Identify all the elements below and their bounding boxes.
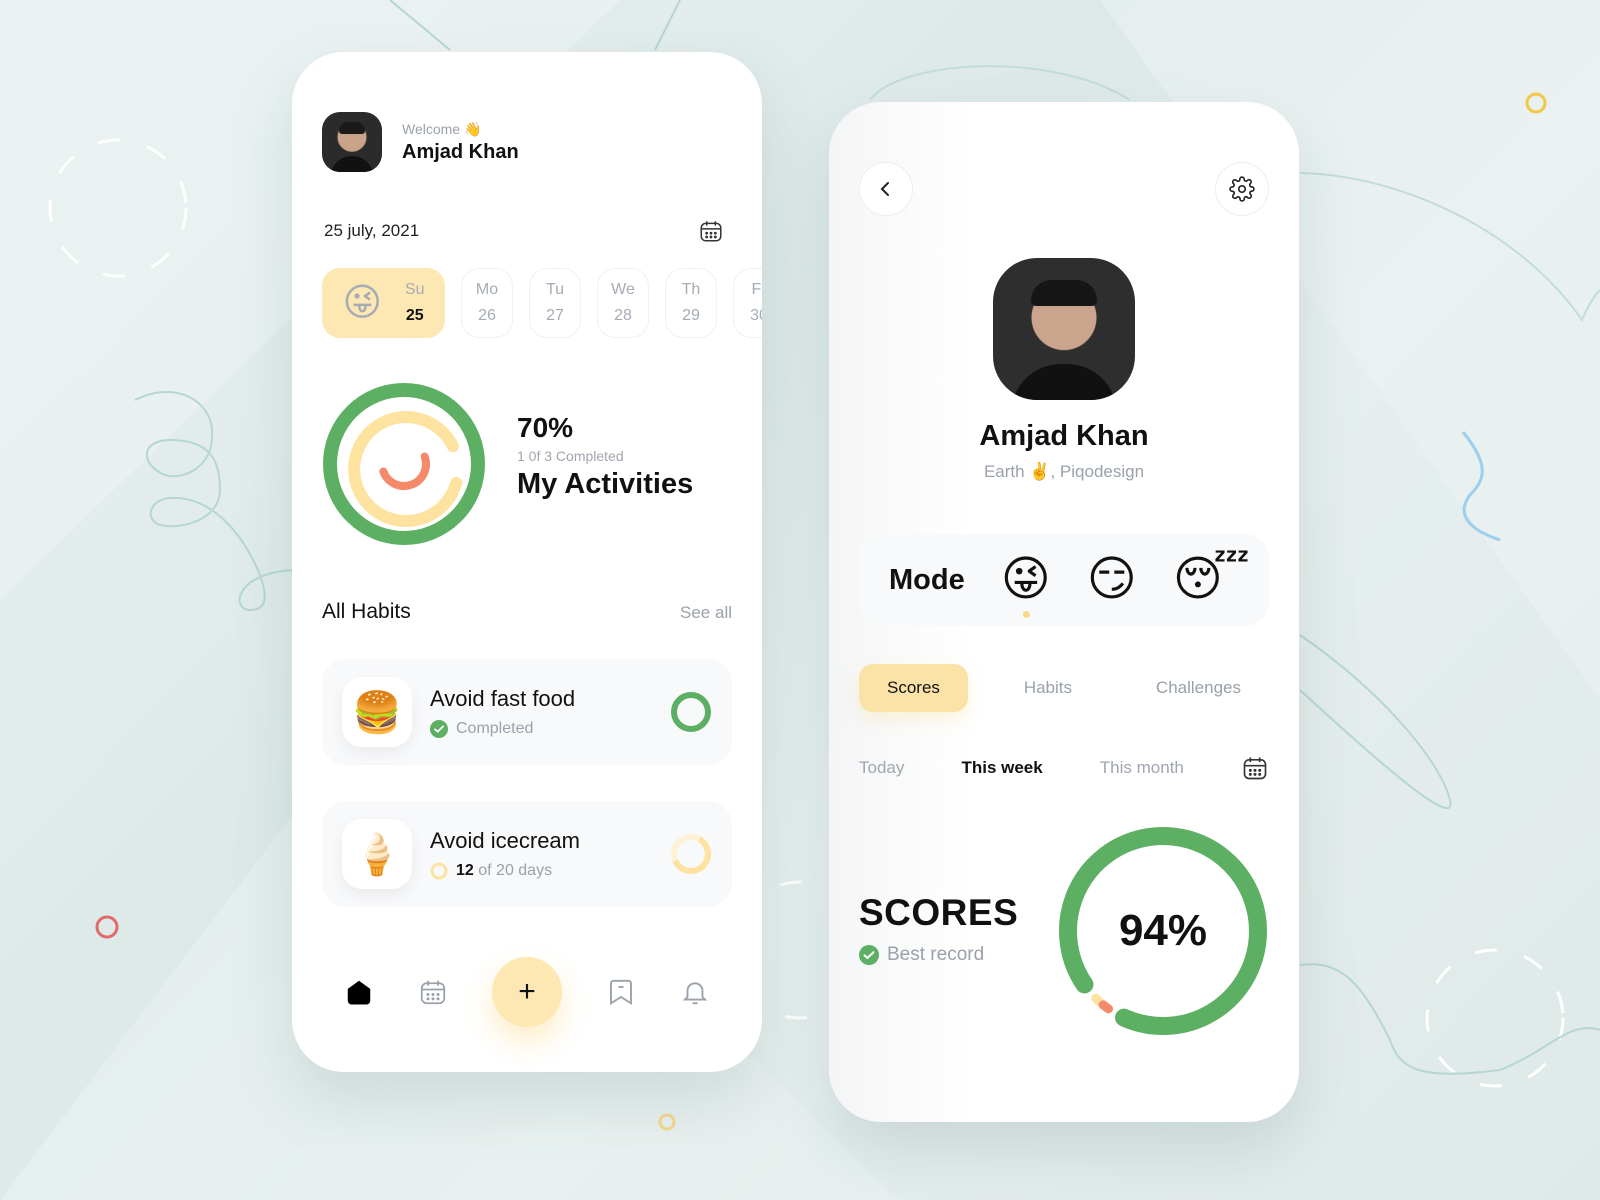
back-button[interactable] <box>859 162 913 216</box>
profile-name: Amjad Khan <box>979 420 1149 452</box>
period-this-month[interactable]: This month <box>1100 758 1184 778</box>
habit-status-text: Completed <box>456 720 534 737</box>
habit-card[interactable]: 🍔 Avoid fast food Completed <box>322 659 732 765</box>
check-circle-icon <box>859 945 879 965</box>
activity-summary: 70% 1 0f 3 Completed My Activities <box>322 382 732 552</box>
activity-percent: 70% <box>517 412 574 443</box>
day-item-th[interactable]: Th 29 <box>665 268 717 338</box>
period-filter: Today This week This month <box>859 754 1269 782</box>
dashed-circle-decoration <box>1425 948 1565 1088</box>
score-value: 94% <box>1118 906 1208 955</box>
period-this-week[interactable]: This week <box>961 758 1042 778</box>
scores-title: SCORES <box>859 892 1019 933</box>
mode-emoji-wink[interactable]: 😜 <box>1000 553 1051 618</box>
chevron-left-icon <box>880 182 889 196</box>
mode-emoji-sleepy[interactable]: 😴 <box>1173 556 1250 604</box>
calendar-icon[interactable] <box>1241 754 1269 782</box>
habits-header: All Habits See all <box>322 600 732 624</box>
week-day-selector: 😜 Su 25 Mo 26 Tu 27 We 28 Th 29 Fr 30 <box>322 268 762 338</box>
habit-progress-ring <box>671 833 711 874</box>
day-number: 27 <box>546 307 564 324</box>
habit-status: Completed <box>430 720 670 738</box>
day-label: Mo <box>475 281 499 298</box>
profile-screen: Amjad Khan Earth ✌️, Piqodesign Mode 😜 😏… <box>829 102 1299 1122</box>
ring-decoration-red <box>95 915 119 939</box>
day-item-fr[interactable]: Fr 30 <box>733 268 762 338</box>
bell-icon[interactable] <box>680 977 710 1007</box>
welcome-label: Welcome 👋 <box>402 120 482 137</box>
date-row: 25 july, 2021 <box>324 218 724 244</box>
background-decorations <box>0 0 1600 1200</box>
day-label: We <box>611 281 635 298</box>
user-name: Amjad Khan <box>402 140 519 163</box>
burger-icon: 🍔 <box>342 677 412 747</box>
activity-rings <box>323 383 485 545</box>
calendar-icon[interactable] <box>698 218 724 244</box>
day-item-su[interactable]: 😜 Su 25 <box>322 268 445 338</box>
icecream-icon: 🍦 <box>342 819 412 889</box>
activity-completed: 1 0f 3 Completed <box>517 448 624 464</box>
habit-card[interactable]: 🍦 Avoid icecream 12 of 20 days <box>322 801 732 907</box>
mode-selector: Mode 😜 😏 😴 <box>859 534 1269 626</box>
habits-title: All Habits <box>322 600 411 623</box>
bookmark-icon[interactable] <box>606 977 636 1007</box>
habit-name: Avoid fast food <box>430 686 576 711</box>
add-icon: + <box>518 975 536 1008</box>
profile-tabs: Scores Habits Challenges <box>859 664 1269 712</box>
home-screen: Welcome 👋 Amjad Khan 25 july, 2021 😜 Su … <box>292 52 762 1072</box>
day-item-tu[interactable]: Tu 27 <box>529 268 581 338</box>
habit-days-count: 12 <box>456 862 474 879</box>
tab-habits[interactable]: Habits <box>996 664 1100 712</box>
calendar-icon[interactable] <box>418 977 448 1007</box>
activity-title: My Activities <box>517 468 694 500</box>
day-number: 28 <box>614 307 632 324</box>
current-date: 25 july, 2021 <box>324 221 420 240</box>
tab-challenges[interactable]: Challenges <box>1128 664 1269 712</box>
home-icon[interactable] <box>344 977 374 1007</box>
tab-scores[interactable]: Scores <box>859 664 968 712</box>
see-all-link[interactable]: See all <box>680 603 732 623</box>
user-avatar[interactable] <box>322 112 382 172</box>
mode-label: Mode <box>889 563 965 596</box>
inner-ring-coral <box>379 452 430 490</box>
profile-subtitle: Earth ✌️, Piqodesign <box>983 462 1145 481</box>
period-today[interactable]: Today <box>859 758 904 778</box>
selected-indicator <box>1022 611 1030 618</box>
day-label: Tu <box>545 281 565 298</box>
day-item-mo[interactable]: Mo 26 <box>461 268 513 338</box>
smirk-emoji-icon: 😏 <box>1086 553 1137 606</box>
scores-subtitle: Best record <box>859 944 1018 966</box>
progress-circle-icon <box>430 862 448 880</box>
day-number: 26 <box>478 307 496 324</box>
day-number: 29 <box>682 307 700 324</box>
settings-button[interactable] <box>1215 162 1269 216</box>
sleeping-emoji-icon: 😴 <box>1172 553 1250 606</box>
habit-days-total: of 20 days <box>478 862 553 879</box>
day-item-we[interactable]: We 28 <box>597 268 649 338</box>
profile-avatar[interactable] <box>993 258 1135 400</box>
habit-progress-ring <box>671 692 711 732</box>
home-header: Welcome 👋 Amjad Khan <box>322 112 519 172</box>
day-label: Su <box>404 281 425 298</box>
bottom-navigation: + <box>322 952 732 1032</box>
gear-icon <box>1229 176 1255 202</box>
day-label: Th <box>681 281 701 298</box>
day-number: 25 <box>405 307 424 324</box>
add-button[interactable]: + <box>492 957 562 1027</box>
day-emoji: 😜 <box>342 282 383 324</box>
wink-emoji-icon: 😜 <box>1000 553 1051 606</box>
habit-name: Avoid icecream <box>430 828 580 853</box>
habit-status: 12 of 20 days <box>430 862 670 880</box>
scores-summary: SCORES Best record <box>859 892 1018 966</box>
day-number: 30 <box>750 307 762 324</box>
best-record-label: Best record <box>887 944 985 965</box>
mode-emoji-smirk[interactable]: 😏 <box>1087 556 1137 604</box>
check-circle-icon <box>430 720 448 738</box>
day-label: Fr <box>751 281 762 298</box>
